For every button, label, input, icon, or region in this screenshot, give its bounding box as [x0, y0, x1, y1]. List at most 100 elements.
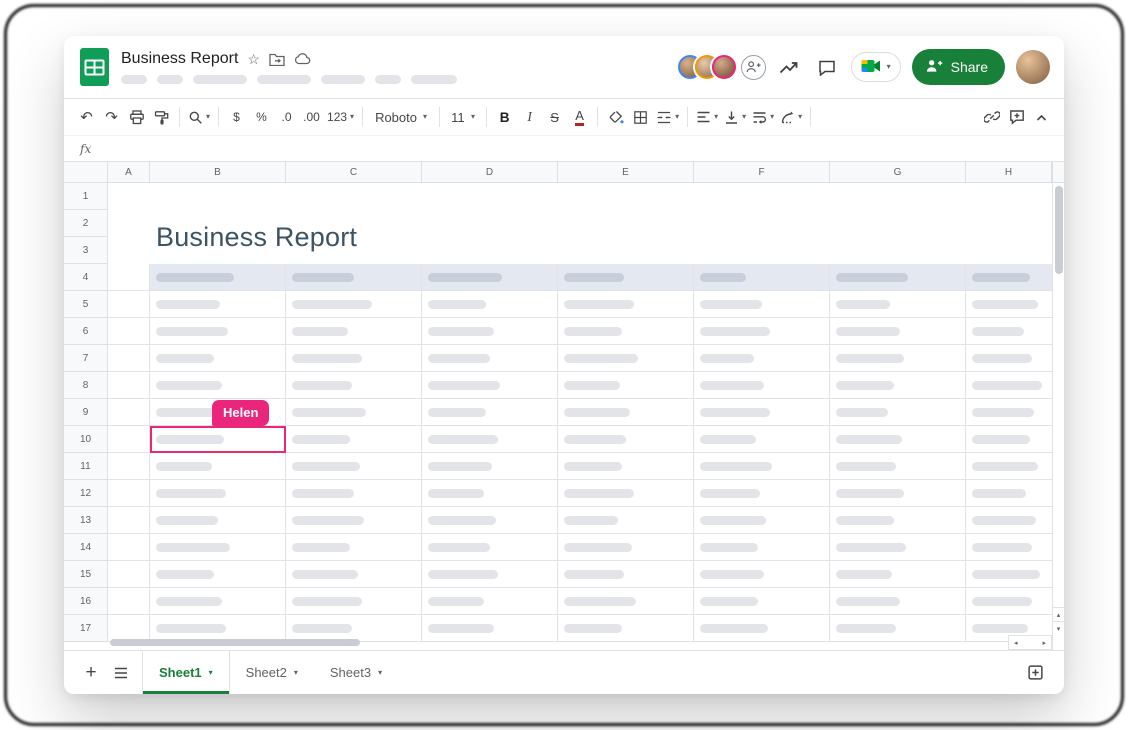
cell-B5[interactable]	[150, 291, 286, 318]
column-header-B[interactable]: B	[150, 162, 286, 183]
cell-F5[interactable]	[694, 291, 830, 318]
row-header-4[interactable]: 4	[64, 264, 108, 291]
cell-B16[interactable]	[150, 588, 286, 615]
cell-B3[interactable]	[150, 237, 286, 264]
cell-F17[interactable]	[694, 615, 830, 642]
star-icon[interactable]: ☆	[247, 52, 260, 66]
cell-B13[interactable]	[150, 507, 286, 534]
column-header-D[interactable]: D	[422, 162, 558, 183]
scroll-up-icon[interactable]: ▴	[1053, 607, 1064, 621]
cell-E8[interactable]	[558, 372, 694, 399]
cell-A13[interactable]	[108, 507, 150, 534]
cell-G15[interactable]	[830, 561, 966, 588]
cell-A6[interactable]	[108, 318, 150, 345]
cell-D9[interactable]	[422, 399, 558, 426]
cell-B10[interactable]	[150, 426, 286, 453]
cell-D3[interactable]	[422, 237, 558, 264]
cell-F12[interactable]	[694, 480, 830, 507]
cell-E3[interactable]	[558, 237, 694, 264]
row-header-7[interactable]: 7	[64, 345, 108, 372]
cell-C16[interactable]	[286, 588, 422, 615]
add-sheet-button[interactable]: +	[76, 658, 106, 688]
cell-B11[interactable]	[150, 453, 286, 480]
cell-E5[interactable]	[558, 291, 694, 318]
google-sheets-logo-icon[interactable]	[80, 48, 109, 86]
cell-C15[interactable]	[286, 561, 422, 588]
scroll-right-icon[interactable]: ▸	[1042, 639, 1046, 647]
cell-H3[interactable]	[966, 237, 1064, 264]
formula-input[interactable]	[113, 136, 1064, 161]
cell-C12[interactable]	[286, 480, 422, 507]
cell-E16[interactable]	[558, 588, 694, 615]
cell-D1[interactable]	[422, 183, 558, 210]
cell-D15[interactable]	[422, 561, 558, 588]
cell-B17[interactable]	[150, 615, 286, 642]
cell-G6[interactable]	[830, 318, 966, 345]
cell-D17[interactable]	[422, 615, 558, 642]
strikethrough-button[interactable]: S	[542, 104, 567, 130]
toolbar-collapse-button[interactable]	[1029, 104, 1054, 130]
zoom-button[interactable]: ▾	[185, 104, 213, 130]
menu-item-skeleton-5[interactable]	[321, 75, 365, 84]
cell-C8[interactable]	[286, 372, 422, 399]
cell-F6[interactable]	[694, 318, 830, 345]
currency-format-button[interactable]: $	[224, 104, 249, 130]
meet-call-button[interactable]: ▾	[851, 52, 901, 82]
cell-C6[interactable]	[286, 318, 422, 345]
font-size-select[interactable]: 11 ▾	[445, 104, 481, 130]
vertical-scrollbar[interactable]: ▴ ▾	[1052, 183, 1064, 650]
cell-E11[interactable]	[558, 453, 694, 480]
font-family-select[interactable]: Roboto ▾	[368, 104, 434, 130]
cell-E4[interactable]	[558, 264, 694, 291]
cell-H13[interactable]	[966, 507, 1064, 534]
row-header-6[interactable]: 6	[64, 318, 108, 345]
menu-item-skeleton-7[interactable]	[411, 75, 457, 84]
decrease-decimal-button[interactable]: .0	[274, 104, 299, 130]
cell-A15[interactable]	[108, 561, 150, 588]
column-header-F[interactable]: F	[694, 162, 830, 183]
cell-G2[interactable]	[830, 210, 966, 237]
side-panel-icon[interactable]	[1020, 658, 1050, 688]
cell-D5[interactable]	[422, 291, 558, 318]
cell-H11[interactable]	[966, 453, 1064, 480]
tab-sheet1[interactable]: Sheet1 ▾	[142, 651, 230, 694]
cell-E14[interactable]	[558, 534, 694, 561]
cell-B7[interactable]	[150, 345, 286, 372]
insights-trend-icon[interactable]	[777, 54, 803, 80]
cell-E7[interactable]	[558, 345, 694, 372]
cell-B15[interactable]	[150, 561, 286, 588]
cell-B12[interactable]	[150, 480, 286, 507]
cell-H16[interactable]	[966, 588, 1064, 615]
cell-F13[interactable]	[694, 507, 830, 534]
cell-F8[interactable]	[694, 372, 830, 399]
cell-D8[interactable]	[422, 372, 558, 399]
cell-D4[interactable]	[422, 264, 558, 291]
tab-sheet2[interactable]: Sheet2 ▾	[230, 651, 314, 694]
cell-H1[interactable]	[966, 183, 1064, 210]
cell-D11[interactable]	[422, 453, 558, 480]
cell-A2[interactable]	[108, 210, 150, 237]
row-header-8[interactable]: 8	[64, 372, 108, 399]
cell-A1[interactable]	[108, 183, 150, 210]
cell-G17[interactable]	[830, 615, 966, 642]
cell-C9[interactable]	[286, 399, 422, 426]
cell-G5[interactable]	[830, 291, 966, 318]
cell-G4[interactable]	[830, 264, 966, 291]
cell-B14[interactable]	[150, 534, 286, 561]
cell-G14[interactable]	[830, 534, 966, 561]
cell-E9[interactable]	[558, 399, 694, 426]
print-button[interactable]	[124, 104, 149, 130]
cell-C4[interactable]	[286, 264, 422, 291]
cell-C11[interactable]	[286, 453, 422, 480]
cell-F10[interactable]	[694, 426, 830, 453]
cell-E6[interactable]	[558, 318, 694, 345]
cell-H10[interactable]	[966, 426, 1064, 453]
cell-H9[interactable]	[966, 399, 1064, 426]
row-header-15[interactable]: 15	[64, 561, 108, 588]
cell-A14[interactable]	[108, 534, 150, 561]
cell-H8[interactable]	[966, 372, 1064, 399]
undo-button[interactable]: ↶	[74, 104, 99, 130]
cell-H2[interactable]	[966, 210, 1064, 237]
row-header-2[interactable]: 2	[64, 210, 108, 237]
cell-G3[interactable]	[830, 237, 966, 264]
